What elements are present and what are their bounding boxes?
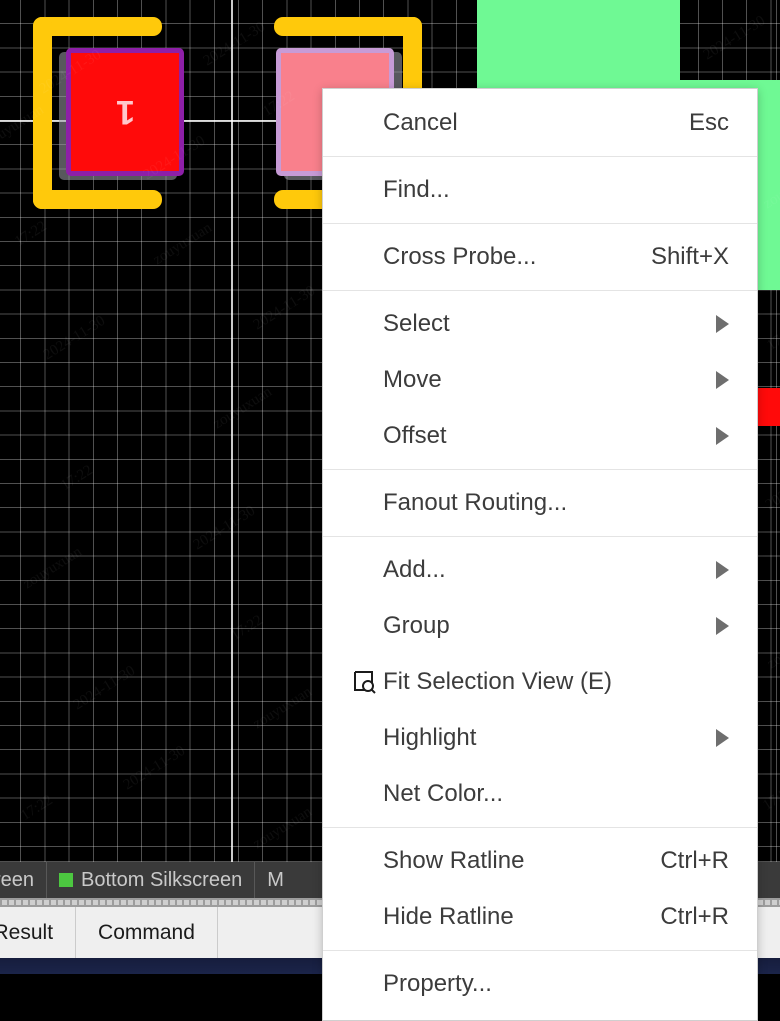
pcb-context-menu[interactable]: Cancel Esc Find... Cross Probe... Shift+… [322,88,758,1021]
silkscreen-outline-left-1[interactable] [33,17,52,209]
menu-item-hide-ratline[interactable]: Hide Ratline Ctrl+R [323,889,757,945]
tab-check-result[interactable]: d Result [0,907,77,958]
menu-separator [323,536,757,537]
layer-label: M [267,868,284,891]
tab-command[interactable]: Command [76,907,218,958]
menu-separator [323,827,757,828]
silkscreen-outline-bottom-1[interactable] [33,190,162,209]
menu-item-label: Offset [383,422,447,449]
menu-item-find[interactable]: Find... [323,162,757,218]
chevron-right-icon [716,427,729,445]
fit-selection-view-icon [353,669,383,695]
menu-item-net-color[interactable]: Net Color... [323,766,757,822]
layer-label: Bottom Silkscreen [81,868,243,891]
menu-item-group[interactable]: Group [323,598,757,654]
menu-item-label: Hide Ratline [383,903,514,930]
menu-item-fit-selection-view[interactable]: Fit Selection View (E) [323,654,757,710]
layer-chip-top-silkscreen[interactable]: creen [0,862,48,898]
menu-item-label: Net Color... [383,780,504,807]
menu-item-shortcut: Ctrl+R [660,903,729,930]
menu-item-add[interactable]: Add... [323,542,757,598]
copper-area-top-right[interactable] [477,0,680,90]
pad-designator-label: 1 [115,93,135,132]
menu-item-label: Fit Selection View (E) [383,668,612,695]
menu-item-cancel[interactable]: Cancel Esc [323,95,757,151]
menu-item-label: Cross Probe... [383,243,537,270]
layer-chip-truncated[interactable]: M [255,862,296,898]
menu-item-label: Find... [383,176,450,203]
layer-color-swatch [59,873,74,887]
chevron-right-icon [716,617,729,635]
menu-item-property[interactable]: Property... [323,956,757,1012]
chevron-right-icon [716,729,729,747]
origin-axis-vertical [231,0,233,862]
menu-item-shortcut: Esc [688,109,729,136]
tab-label: Command [98,920,195,944]
menu-item-offset[interactable]: Offset [323,408,757,464]
menu-item-shortcut: Ctrl+R [660,847,729,874]
menu-item-move[interactable]: Move [323,352,757,408]
menu-item-fanout-routing[interactable]: Fanout Routing... [323,475,757,531]
menu-item-label: Fanout Routing... [383,489,568,516]
menu-item-show-ratline[interactable]: Show Ratline Ctrl+R [323,833,757,889]
menu-separator [323,469,757,470]
pcb-trace-right[interactable] [758,388,780,426]
menu-item-label: Highlight [383,724,477,751]
layer-label: creen [0,868,35,891]
menu-separator [323,223,757,224]
silkscreen-outline-top-1[interactable] [33,17,162,36]
layer-chip-bottom-silkscreen[interactable]: Bottom Silkscreen [47,862,256,898]
chevron-right-icon [716,371,729,389]
menu-item-label: Select [383,310,450,337]
menu-item-highlight[interactable]: Highlight [323,710,757,766]
menu-item-label: Group [383,612,450,639]
menu-item-select[interactable]: Select [323,296,757,352]
menu-item-label: Add... [383,556,446,583]
menu-item-label: Property... [383,970,492,997]
menu-item-cross-probe[interactable]: Cross Probe... Shift+X [323,229,757,285]
silkscreen-outline-top-2[interactable] [274,17,422,36]
chevron-right-icon [716,315,729,333]
menu-item-label: Move [383,366,442,393]
menu-item-shortcut: Shift+X [650,243,729,270]
menu-separator [323,290,757,291]
chevron-right-icon [716,561,729,579]
menu-item-label: Cancel [383,109,458,136]
menu-separator [323,950,757,951]
menu-separator [323,156,757,157]
tab-label: d Result [0,920,54,944]
menu-item-label: Show Ratline [383,847,525,874]
